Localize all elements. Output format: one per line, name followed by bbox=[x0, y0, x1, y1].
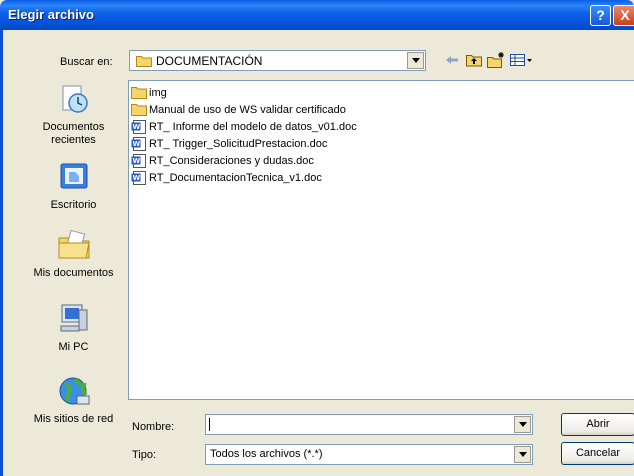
folder-icon bbox=[131, 86, 147, 99]
lookin-combo[interactable]: DOCUMENTACIÓN bbox=[129, 50, 426, 71]
window-title: Elegir archivo bbox=[8, 7, 94, 22]
close-icon: X bbox=[620, 7, 630, 23]
file-name: RT_Consideraciones y dudas.doc bbox=[149, 154, 314, 167]
file-name: img bbox=[149, 86, 167, 99]
filename-input[interactable] bbox=[205, 414, 533, 435]
place-label: Mi PC bbox=[58, 341, 89, 353]
word-document-icon: W bbox=[131, 136, 146, 151]
title-bar[interactable]: Elegir archivo ? X bbox=[0, 0, 634, 30]
filetype-select[interactable]: Todos los archivos (*.*) bbox=[205, 444, 533, 465]
filename-label: Nombre: bbox=[132, 421, 175, 433]
file-name: Manual de uso de WS validar certificado bbox=[149, 103, 346, 116]
file-name: RT_ Informe del modelo de datos_v01.doc bbox=[149, 120, 357, 133]
list-item[interactable]: W RT_Consideraciones y dudas.doc bbox=[131, 152, 314, 169]
open-button[interactable]: Abrir bbox=[561, 413, 634, 436]
list-item[interactable]: W RT_DocumentacionTecnica_v1.doc bbox=[131, 169, 322, 186]
svg-text:W: W bbox=[133, 140, 141, 148]
place-my-computer[interactable]: Mi PC bbox=[22, 302, 125, 354]
help-button[interactable]: ? bbox=[590, 5, 611, 26]
places-bar: Documentos recientes Escritorio Mis docu… bbox=[22, 78, 125, 454]
lookin-label: Buscar en: bbox=[60, 56, 113, 68]
close-button[interactable]: X bbox=[613, 5, 634, 26]
place-recent-documents[interactable]: Documentos recientes bbox=[22, 82, 125, 147]
chevron-down-icon bbox=[518, 452, 527, 457]
list-item[interactable]: W RT_ Informe del modelo de datos_v01.do… bbox=[131, 118, 357, 135]
filename-dropdown-button[interactable] bbox=[514, 416, 531, 433]
svg-text:W: W bbox=[133, 157, 141, 165]
filetype-label: Tipo: bbox=[132, 449, 157, 461]
up-folder-icon[interactable] bbox=[465, 51, 483, 69]
filetype-value: Todos los archivos (*.*) bbox=[210, 448, 323, 460]
folder-icon bbox=[136, 56, 152, 67]
window-frame bbox=[0, 30, 3, 476]
file-list[interactable]: img Manual de uso de WS validar certific… bbox=[128, 80, 634, 400]
folder-icon bbox=[131, 103, 147, 116]
list-item[interactable]: W RT_ Trigger_SolicitudPrestacion.doc bbox=[131, 135, 327, 152]
chevron-down-icon bbox=[518, 422, 527, 427]
svg-text:W: W bbox=[133, 174, 141, 182]
file-name: RT_ Trigger_SolicitudPrestacion.doc bbox=[149, 137, 328, 150]
place-my-documents[interactable]: Mis documentos bbox=[22, 228, 125, 280]
help-icon: ? bbox=[596, 7, 605, 23]
place-label: Documentos recientes bbox=[42, 121, 105, 146]
filetype-dropdown-button[interactable] bbox=[514, 446, 531, 463]
my-documents-icon bbox=[58, 229, 90, 259]
place-label: Mis documentos bbox=[33, 267, 114, 279]
chevron-down-icon bbox=[411, 58, 420, 63]
place-label: Mis sitios de red bbox=[33, 413, 114, 425]
list-item[interactable]: Manual de uso de WS validar certificado bbox=[131, 101, 346, 118]
svg-text:W: W bbox=[133, 123, 141, 131]
lookin-dropdown-button[interactable] bbox=[407, 52, 424, 69]
lookin-value: DOCUMENTACIÓN bbox=[156, 54, 263, 68]
my-computer-icon bbox=[60, 304, 87, 332]
word-document-icon: W bbox=[131, 153, 146, 168]
word-document-icon: W bbox=[131, 170, 146, 185]
place-label: Escritorio bbox=[50, 199, 97, 211]
place-network[interactable]: Mis sitios de red bbox=[22, 374, 125, 426]
back-arrow-icon[interactable] bbox=[443, 51, 461, 69]
list-item[interactable]: img bbox=[131, 84, 167, 101]
view-menu-icon[interactable] bbox=[509, 51, 533, 69]
file-name: RT_DocumentacionTecnica_v1.doc bbox=[149, 171, 322, 184]
word-document-icon: W bbox=[131, 119, 146, 134]
cancel-button[interactable]: Cancelar bbox=[561, 442, 634, 465]
desktop-icon bbox=[60, 163, 87, 189]
network-places-icon bbox=[59, 377, 89, 405]
new-folder-icon[interactable] bbox=[487, 51, 505, 69]
recent-documents-icon bbox=[62, 85, 88, 113]
place-desktop[interactable]: Escritorio bbox=[22, 160, 125, 212]
text-caret bbox=[209, 418, 210, 431]
